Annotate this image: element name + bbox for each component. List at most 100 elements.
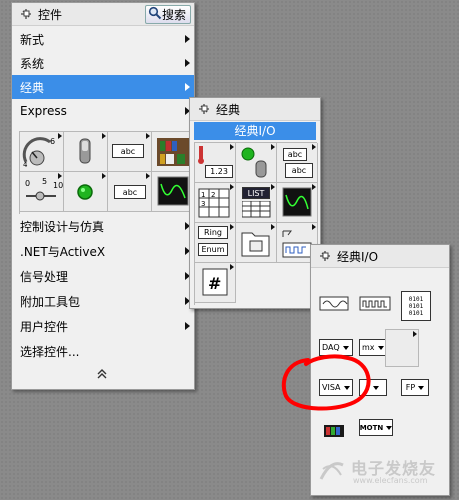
menu-item-user-controls[interactable]: 用户控件 [12, 314, 194, 338]
digital-data-icon[interactable]: 0101 0101 0101 [401, 291, 431, 321]
submenu-arrow-icon [413, 331, 417, 337]
dropdown-arrow-icon [342, 345, 349, 350]
menu-item-system[interactable]: 系统 [12, 51, 194, 75]
menu-item-label: Express [20, 104, 67, 118]
classic-list-icon[interactable]: LIST [236, 183, 277, 223]
submenu-arrow-icon [102, 133, 106, 139]
svg-text:5: 5 [42, 177, 47, 186]
menu-item-signal-processing[interactable]: 信号处理 [12, 264, 194, 288]
menu-item-control-design[interactable]: 控制设计与仿真 [12, 214, 194, 238]
menu-item-label: 信号处理 [20, 269, 69, 284]
menu-item-express[interactable]: Express [12, 99, 194, 123]
classic-numeric-icon[interactable]: 1.23 [195, 143, 236, 183]
string-path-icon[interactable]: abc [108, 132, 152, 172]
submenu-arrow-icon [312, 224, 316, 230]
menu-item-addons[interactable]: 附加工具包 [12, 289, 194, 313]
binary-text: 0101 [408, 295, 424, 303]
fieldpoint-io-control[interactable]: FP [401, 379, 429, 396]
submenu-arrow-icon [185, 35, 190, 43]
numeric-controls-icon[interactable]: 64 [20, 132, 64, 172]
imaq-display-icon[interactable] [323, 423, 345, 439]
menu-item-label: 经典 [20, 80, 45, 95]
string-box: abc [285, 163, 313, 178]
list-text: LIST [247, 188, 265, 198]
submenu-arrow-icon [230, 144, 234, 150]
string-text: abc [120, 146, 136, 156]
classic-string-icon[interactable]: abc abc [277, 143, 318, 183]
pin-icon[interactable] [317, 248, 333, 264]
submenu-arrow-icon [58, 133, 62, 139]
menu-item-label: 控制设计与仿真 [20, 219, 105, 234]
mx-text: mx [362, 343, 375, 352]
submenu-arrow-icon [58, 173, 62, 179]
daqmx-subpalette-button[interactable] [385, 329, 419, 367]
string-box: abc [112, 144, 144, 158]
svg-text:0: 0 [25, 179, 30, 188]
menu-item-label: 新式 [20, 32, 45, 47]
svg-text:10: 10 [53, 181, 63, 190]
fp-text: FP [405, 383, 416, 392]
ring-text: Ring [204, 228, 222, 237]
palette-title: 经典 [216, 102, 241, 117]
submenu-arrow-icon [312, 144, 316, 150]
string-box: abc [283, 148, 307, 161]
numeric-text: 1.23 [210, 167, 228, 176]
submenu-arrow-icon [230, 264, 234, 270]
classic-container-icon[interactable] [236, 223, 277, 263]
submenu-arrow-icon [230, 184, 234, 190]
menu-item-label: .NET与ActiveX [20, 244, 106, 259]
boolean-icon[interactable] [64, 132, 108, 172]
numeric-box: 1.23 [205, 165, 233, 178]
submenu-arrow-icon [185, 83, 190, 91]
enum-text: Enum [201, 245, 225, 254]
numeric-slider-icon[interactable]: 0 5 10 [20, 172, 64, 212]
ring-box: Ring [198, 226, 228, 239]
palette-titlebar[interactable]: 经典I/O [311, 245, 449, 268]
collapse-chevron-icon[interactable] [94, 367, 110, 381]
menu-item-label: 附加工具包 [20, 294, 81, 309]
submenu-arrow-icon [146, 133, 150, 139]
classic-array-icon[interactable]: 123 [195, 183, 236, 223]
waveform-icon[interactable] [319, 295, 351, 313]
motion-resource-control[interactable]: MOTN [359, 419, 393, 436]
svg-text:4: 4 [23, 161, 28, 169]
submenu-arrow-icon [271, 144, 275, 150]
svg-text:3: 3 [201, 200, 205, 208]
menu-item-modern[interactable]: 新式 [12, 27, 194, 51]
binary-text: 0101 [408, 302, 424, 310]
svg-text:1: 1 [201, 191, 205, 199]
classic-boolean-icon[interactable] [236, 143, 277, 183]
string-text: abc [122, 187, 138, 197]
classic-graph-icon[interactable] [277, 183, 318, 223]
led-icon[interactable] [64, 172, 108, 212]
classic-ring-enum-icon[interactable]: Ring Enum [195, 223, 236, 263]
palette-titlebar[interactable]: 控件 搜索 [12, 3, 194, 26]
svg-text:#: # [208, 274, 221, 293]
motn-text: MOTN [359, 423, 384, 432]
binary-text: 0101 [408, 309, 424, 317]
dropdown-arrow-icon [377, 345, 384, 350]
menu-item-select-control[interactable]: 选择控件... [12, 339, 194, 363]
classic-icon-grid: 1.23 abc abc 123 LIST Ring Enum # [194, 142, 318, 305]
magnifier-icon [148, 6, 162, 23]
submenu-arrow-icon [185, 322, 190, 330]
svg-text:6: 6 [50, 137, 55, 146]
watermark-logo-icon [319, 462, 344, 480]
submenu-arrow-icon [102, 173, 106, 179]
search-button[interactable]: 搜索 [144, 5, 191, 24]
menu-item-dotnet[interactable]: .NET与ActiveX [12, 239, 194, 263]
pin-icon[interactable] [196, 101, 212, 117]
classic-refnum-icon[interactable]: # [195, 263, 236, 303]
classic-io-header[interactable]: 经典I/O [194, 122, 316, 140]
submenu-arrow-icon [271, 224, 275, 230]
pin-icon[interactable] [18, 6, 34, 22]
menu-item-classic[interactable]: 经典 [12, 75, 194, 99]
menu-item-label: 系统 [20, 56, 45, 71]
classic-palette: 经典 经典I/O 1.23 abc abc 123 LIST Ring Enum… [189, 97, 321, 309]
palette-titlebar[interactable]: 经典 [190, 98, 320, 121]
palette-title: 控件 [38, 7, 63, 22]
string-control-icon[interactable]: abc [108, 172, 152, 212]
red-annotation-circle [281, 354, 371, 411]
submenu-arrow-icon [230, 224, 234, 230]
digital-waveform-icon[interactable] [359, 295, 393, 313]
